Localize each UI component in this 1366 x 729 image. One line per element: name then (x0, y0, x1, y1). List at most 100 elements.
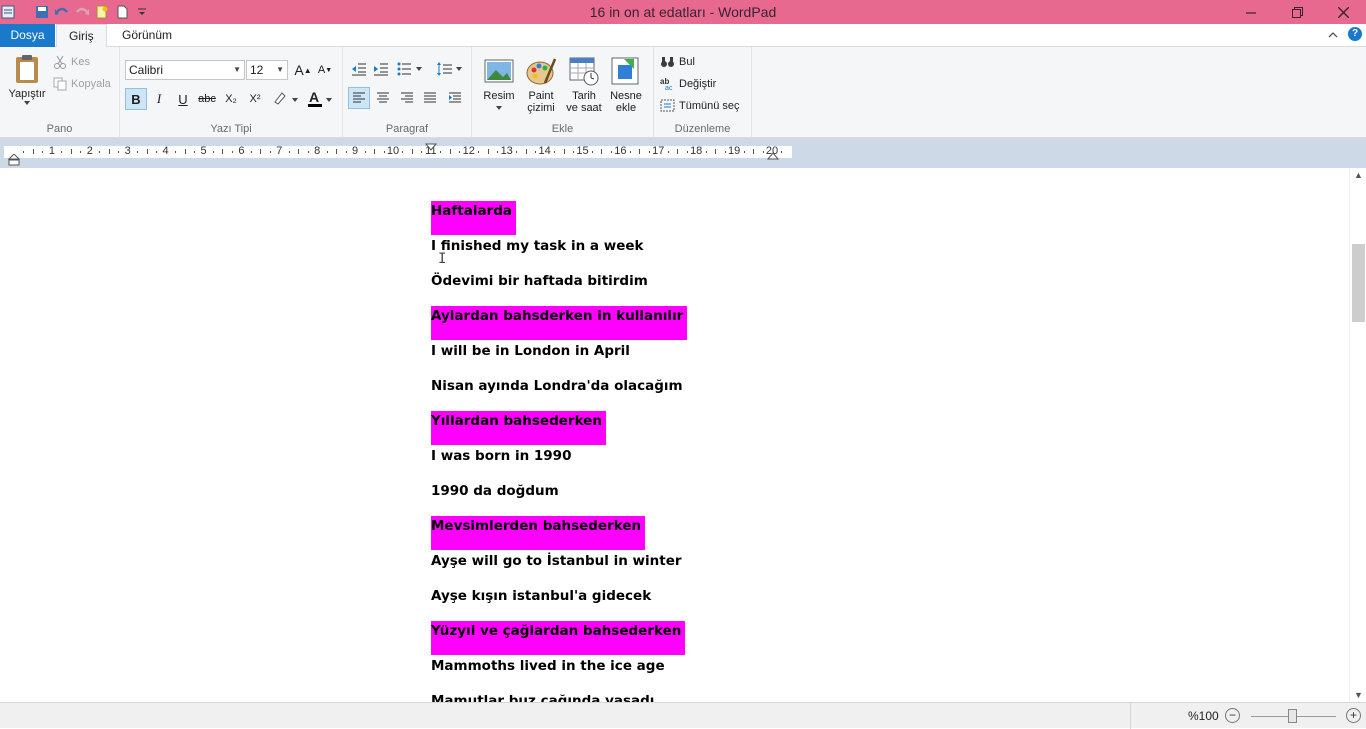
document-line[interactable]: Ödevimi bir haftada bitirdim (431, 271, 648, 291)
line-spacing-button[interactable] (435, 58, 465, 80)
scroll-thumb[interactable] (1352, 244, 1365, 322)
highlighted-heading[interactable]: Yüzyıl ve çağlardan bahsederken (431, 621, 686, 655)
zoom-out-icon[interactable]: − (1225, 708, 1240, 723)
close-icon[interactable] (1320, 0, 1366, 24)
status-separator (1130, 703, 1131, 729)
picture-button[interactable]: Resim (480, 55, 518, 111)
copy-button[interactable]: Kopyala (53, 77, 111, 91)
vertical-scrollbar[interactable]: ▲ ▼ (1349, 168, 1366, 702)
minimize-icon[interactable] (1228, 0, 1274, 24)
ruler-number: 13 (500, 145, 513, 157)
ruler-tick (762, 151, 764, 153)
zoom-level: %100 (1188, 709, 1219, 723)
grow-font-button[interactable]: A ▲ (292, 59, 314, 81)
ruler-tick (175, 151, 177, 153)
replace-icon: abac (660, 77, 673, 90)
paint-drawing-button[interactable]: Paint çizimi (522, 55, 560, 114)
right-indent-marker-icon[interactable] (767, 152, 779, 160)
find-button[interactable]: Bul (660, 55, 695, 68)
ruler-tick (336, 149, 338, 154)
document-line[interactable]: Mammoths lived in the ice age (431, 656, 665, 676)
italic-button[interactable]: I (148, 88, 170, 110)
ruler-tick (554, 151, 556, 153)
ruler-tick (364, 151, 366, 153)
document-line[interactable]: I will be in London in April (431, 341, 630, 361)
svg-text:A: A (309, 90, 319, 105)
font-family-value: Calibri (129, 63, 164, 77)
ruler[interactable]: 1 2 3 4 5 6 7 8 9 10 11 12 13 14 15 16 17 18 19 20 (4, 145, 792, 158)
collapse-ribbon-icon[interactable] (1328, 27, 1338, 41)
paint-palette-icon (526, 58, 557, 85)
ruler-number: 16 (614, 145, 627, 157)
status-bar: %100 − + (0, 702, 1366, 729)
font-color-button[interactable]: A (304, 88, 334, 110)
copy-label: Kopyala (71, 78, 111, 90)
strikethrough-button[interactable]: abc (196, 88, 218, 110)
paragraph-settings-button[interactable] (444, 87, 466, 109)
align-left-button[interactable] (348, 87, 370, 109)
tab-file[interactable]: Dosya (0, 24, 55, 47)
align-center-button[interactable] (372, 87, 394, 109)
bold-button[interactable]: B (125, 88, 147, 110)
select-all-button[interactable]: Tümünü seç (660, 99, 740, 112)
document-area[interactable]: I Haftalarda I finished my task in a week… (0, 168, 1349, 702)
svg-text:ac: ac (665, 85, 673, 90)
help-icon[interactable]: ? (1348, 27, 1362, 41)
font-size-select[interactable]: 12 ▼ (246, 60, 288, 80)
document-line[interactable]: Mamutlar buz çağında yaşadı (431, 691, 654, 702)
document-line[interactable]: 1990 da doğdum (431, 481, 559, 501)
select-all-icon (660, 99, 675, 112)
zoom-in-icon[interactable]: + (1346, 708, 1361, 723)
superscript-button[interactable]: X² (244, 88, 266, 110)
tab-view[interactable]: Görünüm (110, 24, 184, 47)
highlighted-heading[interactable]: Haftalarda (431, 201, 517, 235)
subscript-button[interactable]: X₂ (220, 88, 242, 110)
scroll-up-icon[interactable]: ▲ (1350, 170, 1366, 180)
ruler-tick (591, 151, 593, 153)
maximize-icon[interactable] (1274, 0, 1320, 24)
highlight-button[interactable] (270, 88, 300, 110)
shrink-font-button[interactable]: A ▼ (314, 59, 336, 81)
font-color-icon: A (308, 90, 332, 107)
ruler-tick (269, 151, 271, 153)
ruler-tick (677, 149, 679, 154)
replace-button[interactable]: ab ac Değiştir (660, 77, 716, 90)
tab-home[interactable]: Giriş (56, 24, 107, 48)
highlighted-heading[interactable]: Yıllardan bahsederken (431, 411, 606, 445)
decrease-indent-icon (352, 63, 366, 76)
justify-button[interactable] (419, 87, 441, 109)
cut-button[interactable]: Kes (53, 55, 90, 69)
ruler-tick (345, 151, 347, 153)
date-time-button[interactable]: Tarih ve saat (564, 55, 604, 114)
select-all-label: Tümünü seç (679, 99, 740, 112)
decrease-indent-button[interactable] (348, 58, 370, 80)
document-line[interactable]: I was born in 1990 (431, 446, 571, 466)
highlighted-heading[interactable]: Mevsimlerden bahsederken (431, 516, 646, 550)
paste-button[interactable]: Yapıştır (6, 53, 48, 106)
ruler-number: 7 (276, 145, 283, 157)
ruler-number: 1 (48, 145, 55, 157)
font-group-label: Yazı Tipi (210, 123, 252, 135)
ruler-tick (61, 151, 63, 153)
font-size-value: 12 (250, 63, 264, 77)
title-bar: 16 in on at edatları - WordPad (0, 0, 1366, 24)
left-indent-marker-icon[interactable] (8, 154, 20, 166)
increase-indent-button[interactable] (370, 58, 392, 80)
document-line[interactable]: Nisan ayında Londra'da olacağım (431, 376, 683, 396)
font-family-select[interactable]: Calibri ▼ (125, 60, 245, 80)
ruler-tick (781, 151, 783, 153)
insert-object-button[interactable]: Nesne ekle (606, 55, 646, 114)
bullets-button[interactable] (396, 58, 426, 80)
document-line[interactable]: I finished my task in a week (431, 236, 644, 256)
highlighted-heading[interactable]: Aylardan bahsderken in kullanılır (431, 306, 688, 340)
zoom-slider-thumb[interactable] (1288, 709, 1297, 723)
align-right-button[interactable] (396, 87, 418, 109)
align-right-icon (401, 92, 413, 103)
document-line[interactable]: Ayşe kışın istanbul'a gidecek (431, 586, 651, 606)
document-line[interactable]: Ayşe will go to İstanbul in winter (431, 551, 682, 571)
underline-button[interactable]: U (172, 88, 194, 110)
ruler-number: 4 (162, 145, 169, 157)
ruler-number: 3 (124, 145, 131, 157)
first-line-indent-marker-icon[interactable] (425, 143, 437, 151)
scroll-down-icon[interactable]: ▼ (1350, 690, 1366, 700)
